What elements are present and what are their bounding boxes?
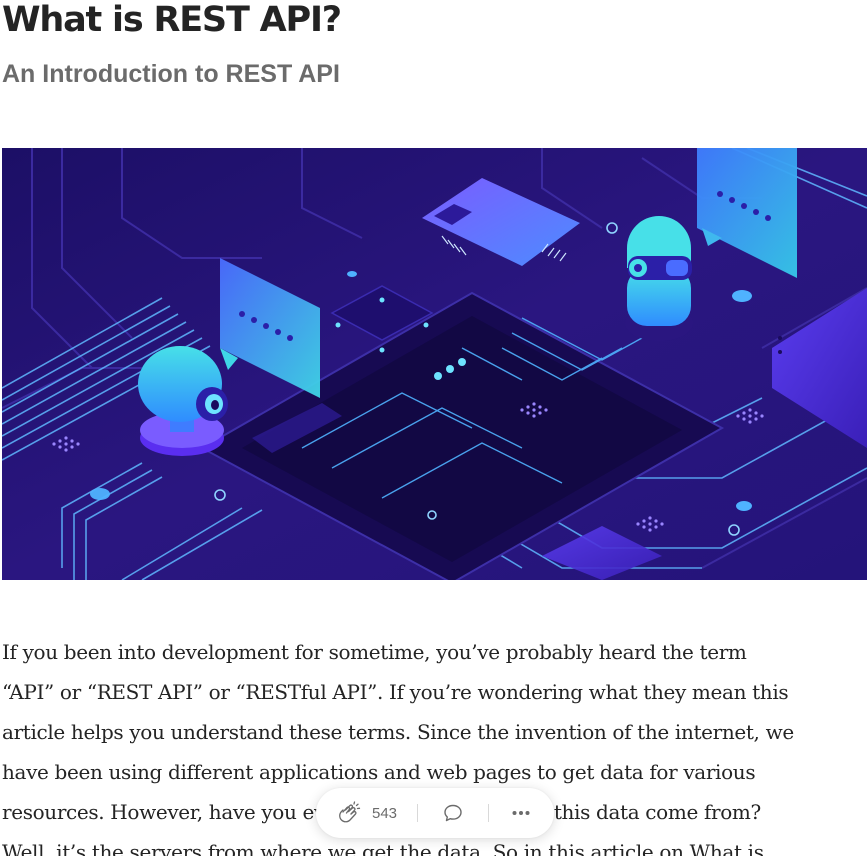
clap-icon [336,800,362,826]
clap-button[interactable]: 543 [316,788,397,838]
clap-count: 543 [372,804,398,822]
circuit-board-illustration [2,148,867,580]
more-icon [509,801,533,825]
article-title: What is REST API? [2,0,342,40]
comment-icon [441,801,465,825]
comment-button[interactable] [418,788,488,838]
article-subtitle: An Introduction to REST API [2,60,340,88]
robot-left [138,346,228,456]
more-button[interactable] [489,788,553,838]
floating-action-bar: 543 [316,788,554,838]
robot-right [625,216,693,341]
hero-image [2,148,867,580]
